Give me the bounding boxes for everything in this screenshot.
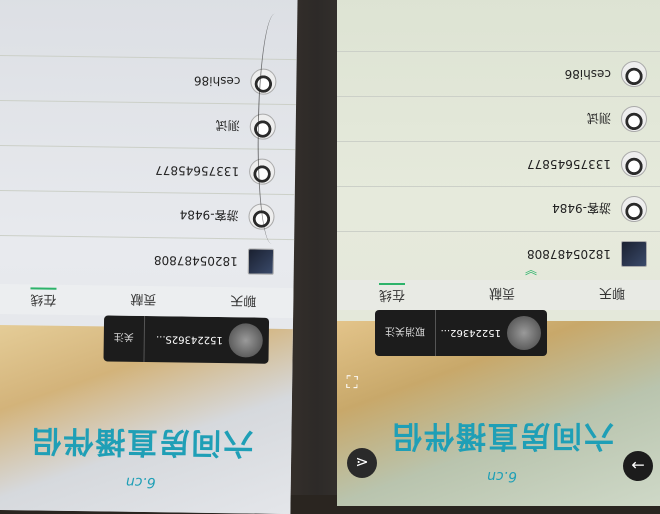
user-name: ceshi86: [564, 67, 611, 81]
user-name: 18205487808: [527, 247, 611, 261]
user-name: 测试: [215, 118, 240, 133]
list-item[interactable]: 13375645877: [337, 141, 660, 186]
user-name: 18205487808: [153, 253, 238, 269]
list-item[interactable]: ceshi86: [337, 51, 660, 96]
left-screen-content: 6.cn 六间房直播伴侣 15224362S... 关注 聊天 贡献 在线 18…: [0, 0, 298, 514]
right-screen-content: → ⋖ 6.cn 六间房直播伴侣 ⛶ 15224362... 取消关注 聊天 贡…: [337, 0, 660, 506]
online-user-list: 18205487808 游客-9484 13375645877 测试 ceshi…: [0, 54, 297, 285]
tab-chat[interactable]: 聊天: [230, 293, 256, 312]
list-item[interactable]: 游客-9484: [337, 186, 660, 231]
follow-button[interactable]: 关注: [103, 315, 146, 363]
tab-online[interactable]: 在线: [30, 287, 57, 312]
avatar[interactable]: [507, 316, 541, 350]
user-name: 测试: [586, 111, 611, 126]
tab-bar: 聊天 贡献 在线: [337, 280, 660, 310]
fullscreen-icon[interactable]: ⛶: [337, 366, 367, 396]
tab-contribution[interactable]: 贡献: [130, 291, 156, 310]
user-name: 13375645877: [527, 157, 611, 171]
follow-card: 15224362... 取消关注: [375, 310, 547, 356]
avatar: [247, 248, 275, 275]
brand-sub: 6.cn: [487, 468, 517, 484]
follow-card-name: 15224362S...: [155, 333, 223, 346]
avatar[interactable]: [228, 323, 264, 358]
list-item[interactable]: 18205487808: [0, 234, 295, 285]
tab-online[interactable]: 在线: [379, 283, 406, 307]
list-item[interactable]: ceshi86: [0, 54, 297, 105]
follow-card-name: 15224362...: [440, 327, 501, 339]
brand-sub: 6.cn: [125, 473, 156, 491]
panda-avatar-icon: [621, 61, 647, 87]
tab-contribution[interactable]: 贡献: [489, 286, 515, 305]
right-phone-screen: → ⋖ 6.cn 六间房直播伴侣 ⛶ 15224362... 取消关注 聊天 贡…: [337, 0, 660, 506]
arrow-right-icon[interactable]: →: [623, 451, 653, 481]
tab-chat[interactable]: 聊天: [599, 286, 625, 305]
list-item[interactable]: 18205487808: [337, 231, 660, 276]
brand-logo-text: 六间房直播伴侣: [29, 422, 254, 461]
list-item[interactable]: 游客-9484: [0, 189, 295, 240]
user-name: ceshi86: [193, 73, 241, 89]
tab-bar: 聊天 贡献 在线: [0, 283, 294, 319]
share-icon[interactable]: ⋖: [347, 448, 377, 478]
user-name: 13375645877: [155, 163, 240, 179]
user-name: 游客-9484: [552, 201, 611, 216]
list-item[interactable]: 测试: [337, 96, 660, 141]
list-item[interactable]: 测试: [0, 99, 297, 150]
online-user-list: 18205487808 游客-9484 13375645877 测试 ceshi…: [337, 51, 660, 276]
user-name: 游客-9484: [179, 207, 239, 223]
left-phone-screen: 6.cn 六间房直播伴侣 15224362S... 关注 聊天 贡献 在线 18…: [0, 0, 298, 514]
panda-avatar-icon: [621, 151, 647, 177]
unfollow-button[interactable]: 取消关注: [375, 310, 436, 356]
avatar: [621, 241, 647, 267]
list-item[interactable]: 13375645877: [0, 144, 296, 195]
brand-logo-text: 六间房直播伴侣: [390, 418, 614, 453]
panda-avatar-icon: [621, 196, 647, 222]
follow-card: 15224362S... 关注: [103, 315, 270, 364]
panda-avatar-icon: [621, 106, 647, 132]
